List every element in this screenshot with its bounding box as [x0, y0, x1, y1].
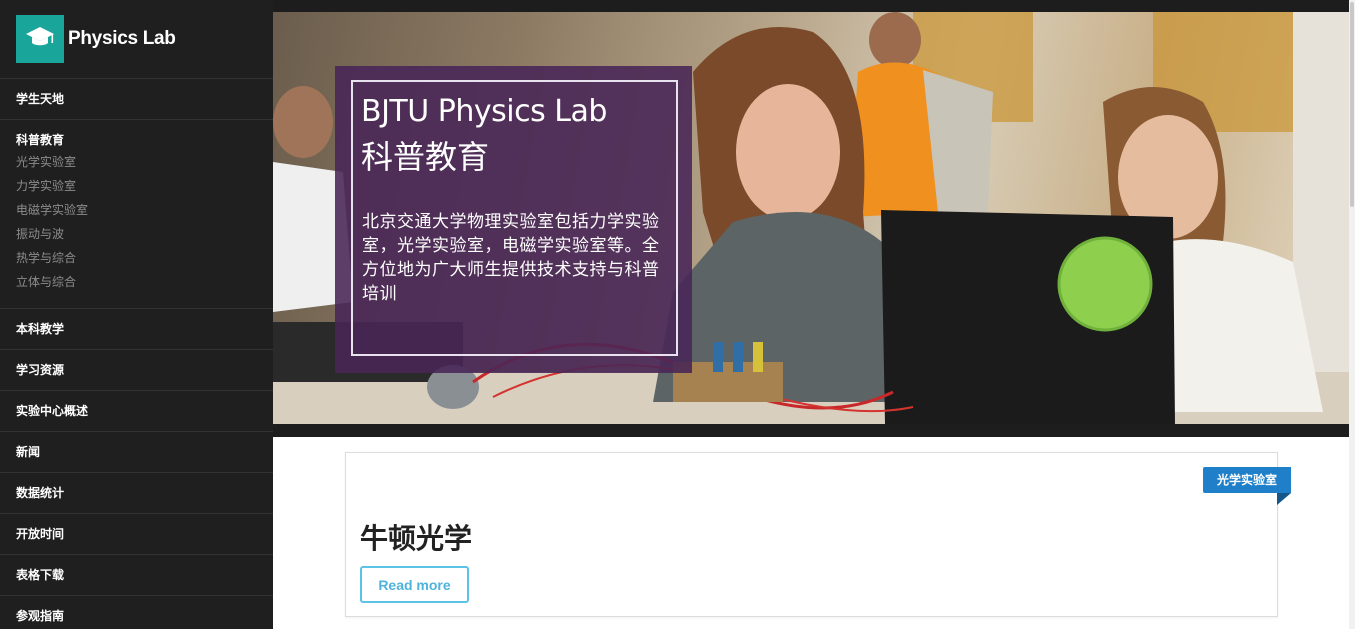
ribbon-fold	[1277, 493, 1291, 505]
sidebar-item-downloads[interactable]: 表格下载	[0, 555, 273, 596]
sidebar-subitem-stereo[interactable]: 立体与综合	[16, 270, 257, 294]
brand-name[interactable]: Physics Lab	[68, 28, 176, 50]
sidebar-subitem-mechanics[interactable]: 力学实验室	[16, 174, 257, 198]
logo[interactable]	[16, 15, 64, 63]
read-more-button[interactable]: Read more	[360, 566, 469, 603]
sidebar-item-overview[interactable]: 实验中心概述	[0, 391, 273, 432]
hero-description: 北京交通大学物理实验室包括力学实验室，光学实验室，电磁学实验室等。全方位地为广大…	[362, 212, 660, 304]
hero-overlay: BJTU Physics Lab 科普教育 北京交通大学物理实验室包括力学实验室…	[335, 66, 692, 373]
sidebar-item-resources[interactable]: 学习资源	[0, 350, 273, 391]
article-card: 光学实验室 牛顿光学 Read more	[345, 452, 1291, 617]
article-title[interactable]: 牛顿光学	[360, 517, 472, 557]
hero-title: BJTU Physics Lab	[361, 94, 607, 129]
sidebar-item-label[interactable]: 表格下载	[16, 565, 64, 585]
sidebar-item-science[interactable]: 科普教育	[16, 130, 257, 150]
sidebar-item-label[interactable]: 开放时间	[16, 524, 64, 544]
sidebar-item-hours[interactable]: 开放时间	[0, 514, 273, 555]
scrollbar[interactable]	[1349, 0, 1355, 629]
category-ribbon[interactable]: 光学实验室	[1202, 467, 1291, 493]
hero-frame: BJTU Physics Lab 科普教育 北京交通大学物理实验室包括力学实验室…	[273, 0, 1349, 437]
graduation-cap-icon	[25, 25, 55, 54]
sidebar-item-undergrad[interactable]: 本科教学	[0, 309, 273, 350]
sidebar-item-guide[interactable]: 参观指南	[0, 596, 273, 629]
sidebar-subitem-thermal[interactable]: 热学与综合	[16, 246, 257, 270]
sidebar-subitem-optics[interactable]: 光学实验室	[16, 150, 257, 174]
sidebar-item-label[interactable]: 学习资源	[16, 360, 64, 380]
brand[interactable]: Physics Lab	[0, 0, 273, 79]
sidebar-item-label[interactable]: 本科教学	[16, 319, 64, 339]
sidebar-item-student[interactable]: 学生天地	[0, 79, 273, 120]
sidebar-item-label[interactable]: 实验中心概述	[16, 401, 88, 421]
scrollbar-thumb[interactable]	[1350, 2, 1354, 207]
sidebar-item-label[interactable]: 新闻	[16, 442, 40, 462]
sidebar-item-stats[interactable]: 数据统计	[0, 473, 273, 514]
hero-subtitle: 科普教育	[361, 138, 490, 176]
sidebar-subitem-waves[interactable]: 振动与波	[16, 222, 257, 246]
sidebar-item-news[interactable]: 新闻	[0, 432, 273, 473]
sidebar-item-label[interactable]: 数据统计	[16, 483, 64, 503]
sidebar: Physics Lab 学生天地 科普教育 光学实验室 力学实验室 电磁学实验室…	[0, 0, 273, 629]
sidebar-subitem-electromagnetism[interactable]: 电磁学实验室	[16, 198, 257, 222]
main-content: BJTU Physics Lab 科普教育 北京交通大学物理实验室包括力学实验室…	[273, 0, 1349, 629]
hero-banner: BJTU Physics Lab 科普教育 北京交通大学物理实验室包括力学实验室…	[273, 12, 1349, 424]
sidebar-section-science: 科普教育 光学实验室 力学实验室 电磁学实验室 振动与波 热学与综合 立体与综合	[0, 120, 273, 309]
sidebar-item-label[interactable]: 参观指南	[16, 606, 64, 626]
sidebar-item-label[interactable]: 学生天地	[16, 89, 64, 109]
